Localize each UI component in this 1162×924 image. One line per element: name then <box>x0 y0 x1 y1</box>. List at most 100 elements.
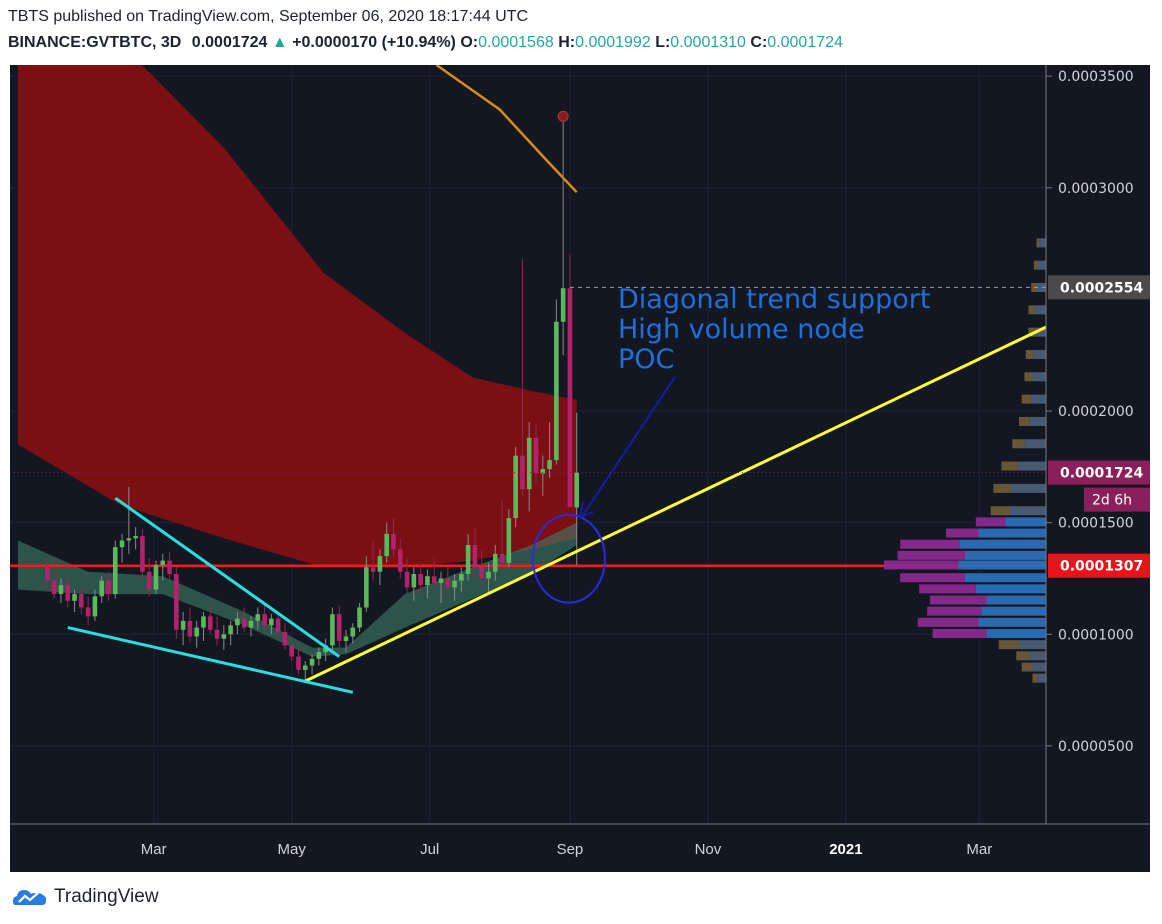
candle-body <box>92 596 98 617</box>
publisher-line: TBTS published on TradingView.com, Septe… <box>8 8 528 26</box>
volume-profile-down-bar <box>975 517 1006 527</box>
candle-body <box>336 614 342 641</box>
candle-body <box>391 533 396 550</box>
candle-body <box>316 652 322 659</box>
candle-body <box>397 549 403 572</box>
candle-body <box>384 533 390 557</box>
symbol-name[interactable]: BINANCE:GVTBTC, 3D <box>8 34 181 51</box>
volume-profile-up-bar <box>986 629 1046 638</box>
candle-body <box>79 594 84 608</box>
volume-profile-up-bar <box>1037 260 1046 270</box>
candle-body <box>418 573 423 586</box>
price-label-text: 0.0002554 <box>1060 280 1144 296</box>
candle-body <box>357 607 362 628</box>
volume-profile-up-bar <box>1037 673 1046 683</box>
volume-profile-up-bar <box>981 606 1046 616</box>
candle-body <box>140 536 145 572</box>
candle-body <box>302 665 308 670</box>
candle-body <box>112 547 118 595</box>
volume-profile-down-bar <box>946 528 979 538</box>
candle-body <box>289 645 295 657</box>
candle-body <box>126 538 132 541</box>
up-triangle-icon: ▲ <box>271 34 288 51</box>
low-label: L: <box>655 34 671 51</box>
volume-profile-down-bar <box>932 629 987 638</box>
volume-profile-down-bar <box>1021 394 1032 404</box>
volume-profile-down-bar <box>1001 461 1018 471</box>
volume-profile-up-bar <box>1009 506 1046 516</box>
candle-body <box>513 455 518 519</box>
last-price: 0.0001724 <box>191 34 268 51</box>
tradingview-footer: TradingView <box>12 882 159 912</box>
tradingview-logo-icon <box>13 890 47 905</box>
volume-profile-down-bar <box>900 539 960 549</box>
candle-body <box>248 620 254 628</box>
volume-profile-down-bar <box>1012 439 1025 449</box>
candle-body <box>554 321 559 461</box>
candle-body <box>459 573 464 581</box>
volume-profile-down-bar <box>897 550 965 560</box>
candle-body <box>492 553 498 572</box>
candle-body <box>343 636 349 641</box>
volume-profile-down-bar <box>927 606 982 616</box>
price-label-text: 0.0001724 <box>1060 466 1144 482</box>
candle-body <box>309 658 315 666</box>
volume-profile-up-bar <box>978 617 1046 627</box>
volume-profile-down-bar <box>993 483 1011 493</box>
candle-body <box>411 573 417 588</box>
volume-profile-up-bar <box>1031 394 1046 404</box>
volume-profile-up-bar <box>1010 483 1046 493</box>
candle-body <box>221 634 227 639</box>
candle-body <box>207 616 213 630</box>
volume-profile-down-bar <box>917 617 979 627</box>
volume-profile-up-bar <box>1024 439 1046 449</box>
candle-body <box>330 614 335 646</box>
candle-body <box>201 616 206 628</box>
volume-profile-up-bar <box>1035 305 1046 315</box>
candle-body <box>65 585 71 601</box>
volume-profile-up-bar <box>965 573 1046 583</box>
volume-profile-up-bar <box>1032 662 1046 672</box>
candle-body <box>133 536 138 539</box>
volume-profile-up-bar <box>986 595 1046 605</box>
candle-body <box>377 556 383 572</box>
candle-body <box>431 576 437 583</box>
candle-body <box>180 620 186 630</box>
candle-body <box>404 571 410 588</box>
candle-body <box>85 607 91 617</box>
candle-body <box>119 540 125 548</box>
candle-body <box>282 632 288 646</box>
x-tick-label: Nov <box>695 841 722 858</box>
x-tick-label: 2021 <box>829 841 862 858</box>
low-value: 0.0001310 <box>670 34 746 51</box>
candle-body <box>194 627 199 637</box>
candle-body <box>255 614 261 621</box>
volume-profile-up-bar <box>1017 461 1046 471</box>
volume-profile-up-bar <box>959 539 1046 549</box>
y-tick-label: 0.0003000 <box>1058 181 1134 197</box>
candle-body <box>106 580 111 595</box>
y-tick-label: 0.0003500 <box>1058 69 1134 85</box>
volume-profile-down-bar <box>1016 651 1030 661</box>
candle-body <box>228 625 233 635</box>
candle-body <box>167 560 172 574</box>
price-chart[interactable]: Mar May Jul Sep Nov 2021 Mar 0.0003500 0.0003000… <box>0 62 1162 872</box>
y-tick-label: 0.0000500 <box>1058 739 1134 755</box>
volume-profile-up-bar <box>978 528 1046 538</box>
candle-body <box>452 580 457 588</box>
volume-profile-down-bar <box>1033 260 1038 270</box>
volume-profile-down-bar <box>1021 662 1033 672</box>
candle-body <box>486 571 491 579</box>
open-label: O: <box>460 34 479 51</box>
price-label-text: 0.0001307 <box>1060 559 1143 575</box>
volume-profile-down-bar <box>1036 238 1040 248</box>
annotation-text-line: Diagonal trend support <box>618 284 930 315</box>
annotation-text-line: High volume node <box>618 314 865 345</box>
candle-body <box>425 576 430 586</box>
candle-body <box>465 544 471 574</box>
volume-profile-down-bar <box>1025 349 1034 359</box>
y-tick-label: 0.0002000 <box>1058 404 1134 420</box>
candle-body <box>499 553 505 563</box>
open-value: 0.0001568 <box>478 34 554 51</box>
candle-body <box>187 620 193 637</box>
